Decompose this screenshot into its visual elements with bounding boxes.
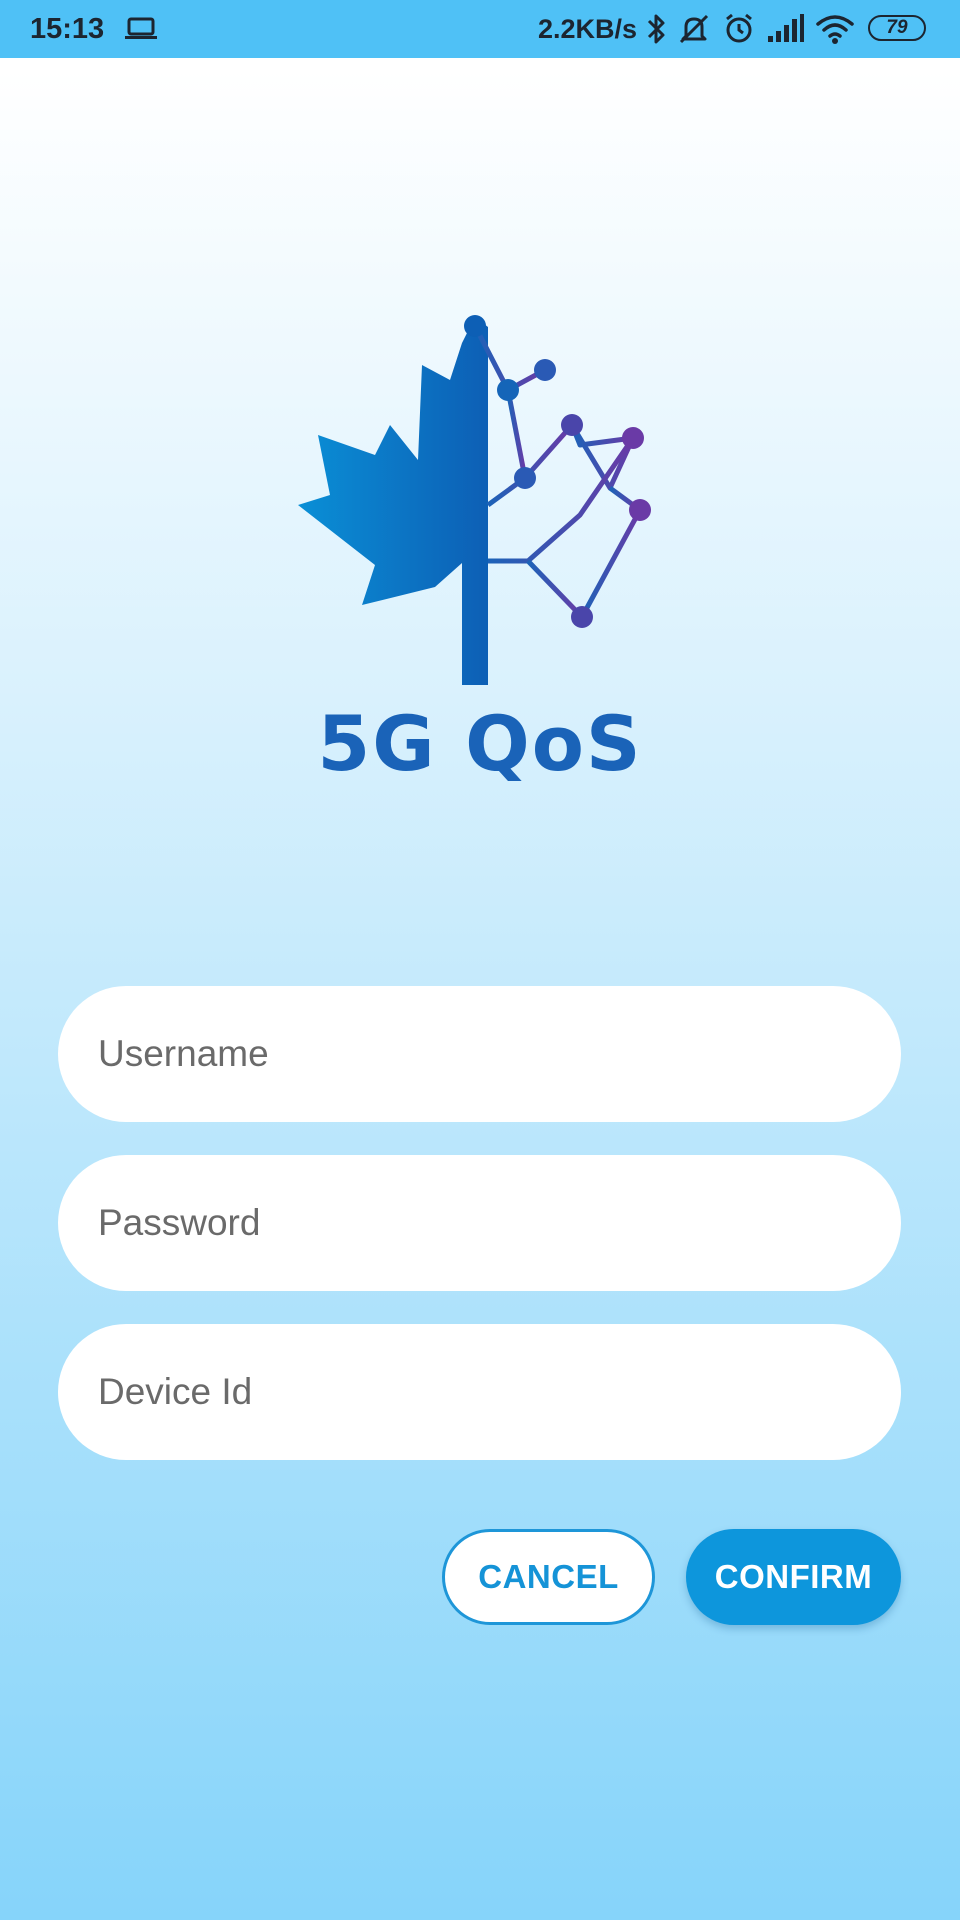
- mute-icon: [679, 14, 709, 44]
- device-id-placeholder: Device Id: [98, 1371, 253, 1412]
- bluetooth-icon: [647, 14, 665, 44]
- status-time: 15:13: [30, 13, 105, 45]
- network-speed: 2.2KB/s: [538, 14, 638, 44]
- device-id-input[interactable]: Device Id: [58, 1324, 901, 1460]
- battery-level: 79: [886, 17, 908, 38]
- cancel-button[interactable]: CANCEL: [442, 1529, 655, 1625]
- battery-icon: 79: [868, 15, 926, 41]
- maple-leaf-circuit: [472, 324, 643, 619]
- signal-icon: [768, 14, 804, 42]
- logo-text: 5G QoS: [317, 699, 642, 785]
- wifi-icon: [816, 15, 854, 44]
- laptop-icon: [125, 17, 157, 39]
- alarm-icon: [726, 13, 752, 43]
- status-bar: 15:13 2.2KB/s 79: [0, 0, 960, 58]
- password-input[interactable]: Password: [58, 1155, 901, 1291]
- password-placeholder: Password: [98, 1202, 261, 1243]
- confirm-button[interactable]: CONFIRM: [686, 1529, 901, 1625]
- username-input[interactable]: Username: [58, 986, 901, 1122]
- app-logo: 5G QoS: [298, 315, 651, 785]
- username-placeholder: Username: [98, 1033, 269, 1074]
- login-screen: 15:13 2.2KB/s 79 5G QoS Username Passwor…: [0, 0, 960, 1920]
- maple-leaf-left: [298, 317, 488, 685]
